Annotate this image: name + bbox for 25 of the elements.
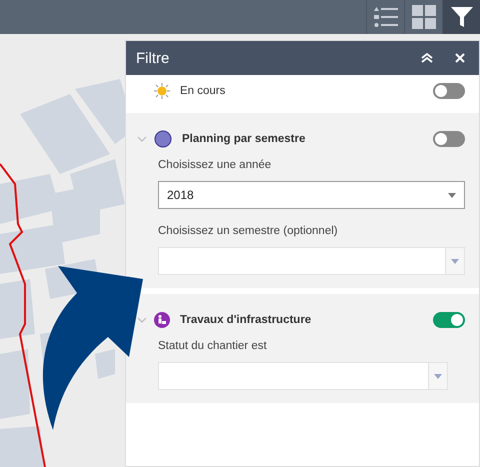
grid-icon bbox=[412, 5, 436, 29]
toggle-switch[interactable] bbox=[433, 312, 465, 328]
toggle-switch[interactable] bbox=[433, 83, 465, 99]
dropdown-field[interactable] bbox=[158, 247, 465, 275]
close-icon[interactable] bbox=[455, 53, 465, 63]
list-icon bbox=[372, 6, 398, 28]
caret-icon bbox=[451, 258, 459, 264]
toggle-switch[interactable] bbox=[433, 131, 465, 147]
filter-icon bbox=[450, 6, 472, 28]
collapse-icon[interactable] bbox=[421, 52, 433, 64]
circle-icon bbox=[154, 130, 172, 148]
sun-icon bbox=[154, 83, 170, 99]
worker-icon bbox=[154, 312, 170, 328]
filter-label: Planning par semestre bbox=[182, 133, 306, 145]
filter-button[interactable] bbox=[442, 0, 480, 34]
field-label: Choisissez une année bbox=[158, 159, 272, 171]
filter-label: Travaux d'infrastructure bbox=[180, 314, 312, 326]
caret-icon bbox=[434, 374, 442, 378]
dropdown-field[interactable]: 2018 bbox=[158, 181, 465, 209]
panel-title: Filtre bbox=[136, 50, 170, 66]
filter-label: En cours bbox=[180, 85, 226, 97]
caret-icon bbox=[448, 192, 456, 198]
field-label: Statut du chantier est bbox=[158, 340, 268, 352]
field-label: Choisissez un semestre (optionnel) bbox=[158, 225, 339, 237]
dropdown-field[interactable] bbox=[158, 362, 448, 390]
